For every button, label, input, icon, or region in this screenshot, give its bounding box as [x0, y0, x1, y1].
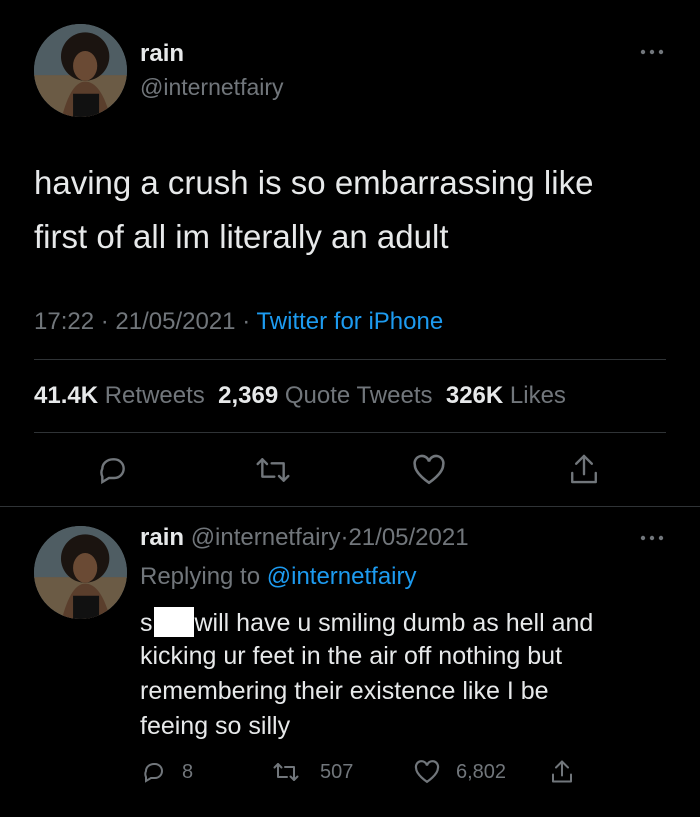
- quote-tweets-stat[interactable]: 2,369 Quote Tweets: [218, 382, 432, 409]
- retweets-stat[interactable]: 41.4K Retweets: [34, 382, 205, 409]
- divider: [34, 432, 666, 433]
- likes-stat[interactable]: 326K Likes: [446, 382, 566, 409]
- tweet-time: 17:22: [34, 308, 95, 335]
- reply-text-start: s: [140, 609, 153, 637]
- reply-text-line-1: s will have u smiling dumb as hell and: [140, 607, 593, 638]
- share-icon[interactable]: [568, 452, 600, 486]
- replying-to-label: Replying to: [140, 563, 261, 590]
- tweet-meta: 17:22 · 21/05/2021 · Twitter for iPhone: [34, 308, 443, 336]
- reply-avatar[interactable]: [34, 526, 127, 619]
- reply-like-count: 6,802: [456, 761, 507, 783]
- redaction-box: [153, 607, 194, 637]
- reply-share-icon[interactable]: [550, 758, 574, 785]
- reply-retweet-icon[interactable]: [272, 760, 300, 784]
- reply-handle[interactable]: @internetfairy: [191, 524, 341, 551]
- avatar-image: [34, 24, 127, 117]
- reply-display-name[interactable]: rain: [140, 524, 184, 551]
- tweet-source-link[interactable]: Twitter for iPhone: [256, 308, 443, 335]
- avatar[interactable]: [34, 24, 127, 117]
- reply-reply-icon[interactable]: [142, 760, 166, 784]
- user-handle[interactable]: @internetfairy: [140, 74, 284, 101]
- retweet-icon[interactable]: [255, 454, 291, 486]
- divider: [34, 359, 666, 360]
- tweet-text-line-2: first of all im literally an adult: [34, 218, 449, 255]
- reply-more-icon[interactable]: [640, 534, 664, 542]
- tweet-text-line-1: having a crush is so embarrassing like: [34, 164, 594, 201]
- reply-text-line-4: feeing so silly: [140, 712, 291, 740]
- reply-like-icon[interactable]: [413, 760, 441, 784]
- replying-to: Replying to @internetfairy: [140, 563, 417, 591]
- reply-retweet-count: 507: [320, 761, 354, 783]
- reply-reply-count: 8: [182, 761, 194, 783]
- reply-icon[interactable]: [97, 454, 129, 486]
- more-icon[interactable]: [640, 48, 664, 56]
- meta-separator: ·: [242, 308, 251, 335]
- replying-to-handle[interactable]: @internetfairy: [267, 563, 417, 590]
- meta-separator: ·: [100, 308, 109, 335]
- reply-header: rain @internetfairy·21/05/2021: [140, 524, 469, 552]
- reply-date[interactable]: 21/05/2021: [348, 524, 468, 551]
- reply-text-line-3: remembering their existence like I be: [140, 677, 549, 705]
- tweet-stats: 41.4K Retweets 2,369 Quote Tweets 326K L…: [34, 382, 566, 410]
- reply-text-line-2: kicking ur feet in the air off nothing b…: [140, 642, 563, 670]
- divider: [0, 506, 700, 507]
- tweet-date: 21/05/2021: [115, 308, 236, 335]
- like-icon[interactable]: [412, 454, 446, 486]
- reply-text-rest: will have u smiling dumb as hell and: [194, 609, 594, 637]
- display-name[interactable]: rain: [140, 40, 184, 68]
- avatar-image: [34, 526, 127, 619]
